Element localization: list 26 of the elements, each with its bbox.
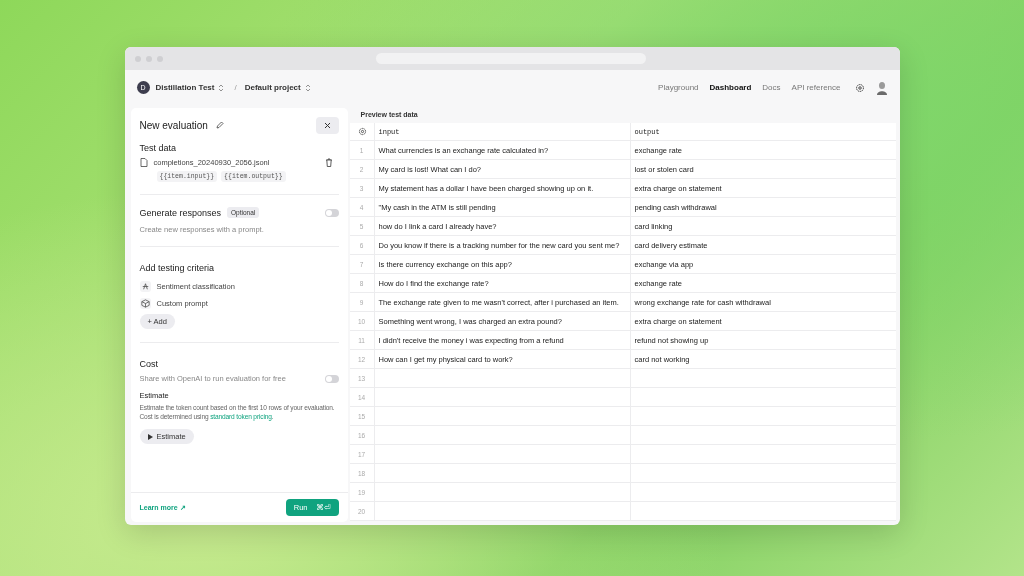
- close-icon: [323, 121, 331, 129]
- toggle-switch[interactable]: [324, 208, 339, 217]
- nav-link[interactable]: API reference: [791, 83, 841, 92]
- file-icon: [139, 158, 148, 167]
- settings-icon[interactable]: [854, 82, 865, 93]
- avatar-icon[interactable]: [875, 80, 888, 95]
- project-name[interactable]: Default project: [244, 83, 301, 92]
- close-button[interactable]: [315, 116, 339, 134]
- play-icon: [147, 433, 153, 440]
- breadcrumb-separator: /: [234, 83, 237, 92]
- section-heading: Cost: [139, 359, 159, 369]
- org-name[interactable]: Distillation Test: [155, 83, 215, 92]
- nav-link[interactable]: Playground: [658, 83, 699, 92]
- pencil-icon[interactable]: [215, 121, 224, 129]
- toggle-switch[interactable]: [324, 374, 339, 383]
- cube-icon: [139, 298, 151, 309]
- section-heading: Generate responses: [139, 207, 222, 218]
- section-heading: Add testing criteria: [139, 263, 216, 273]
- updown-caret-icon: [304, 83, 311, 92]
- nav-link[interactable]: Dashboard: [709, 83, 752, 92]
- trash-icon[interactable]: [324, 158, 333, 167]
- settings-icon[interactable]: [357, 127, 367, 136]
- section-heading: Test data: [139, 143, 178, 153]
- nav-link[interactable]: Docs: [762, 83, 781, 92]
- updown-caret-icon: [218, 83, 225, 92]
- panel-title: New evaluation: [139, 119, 208, 131]
